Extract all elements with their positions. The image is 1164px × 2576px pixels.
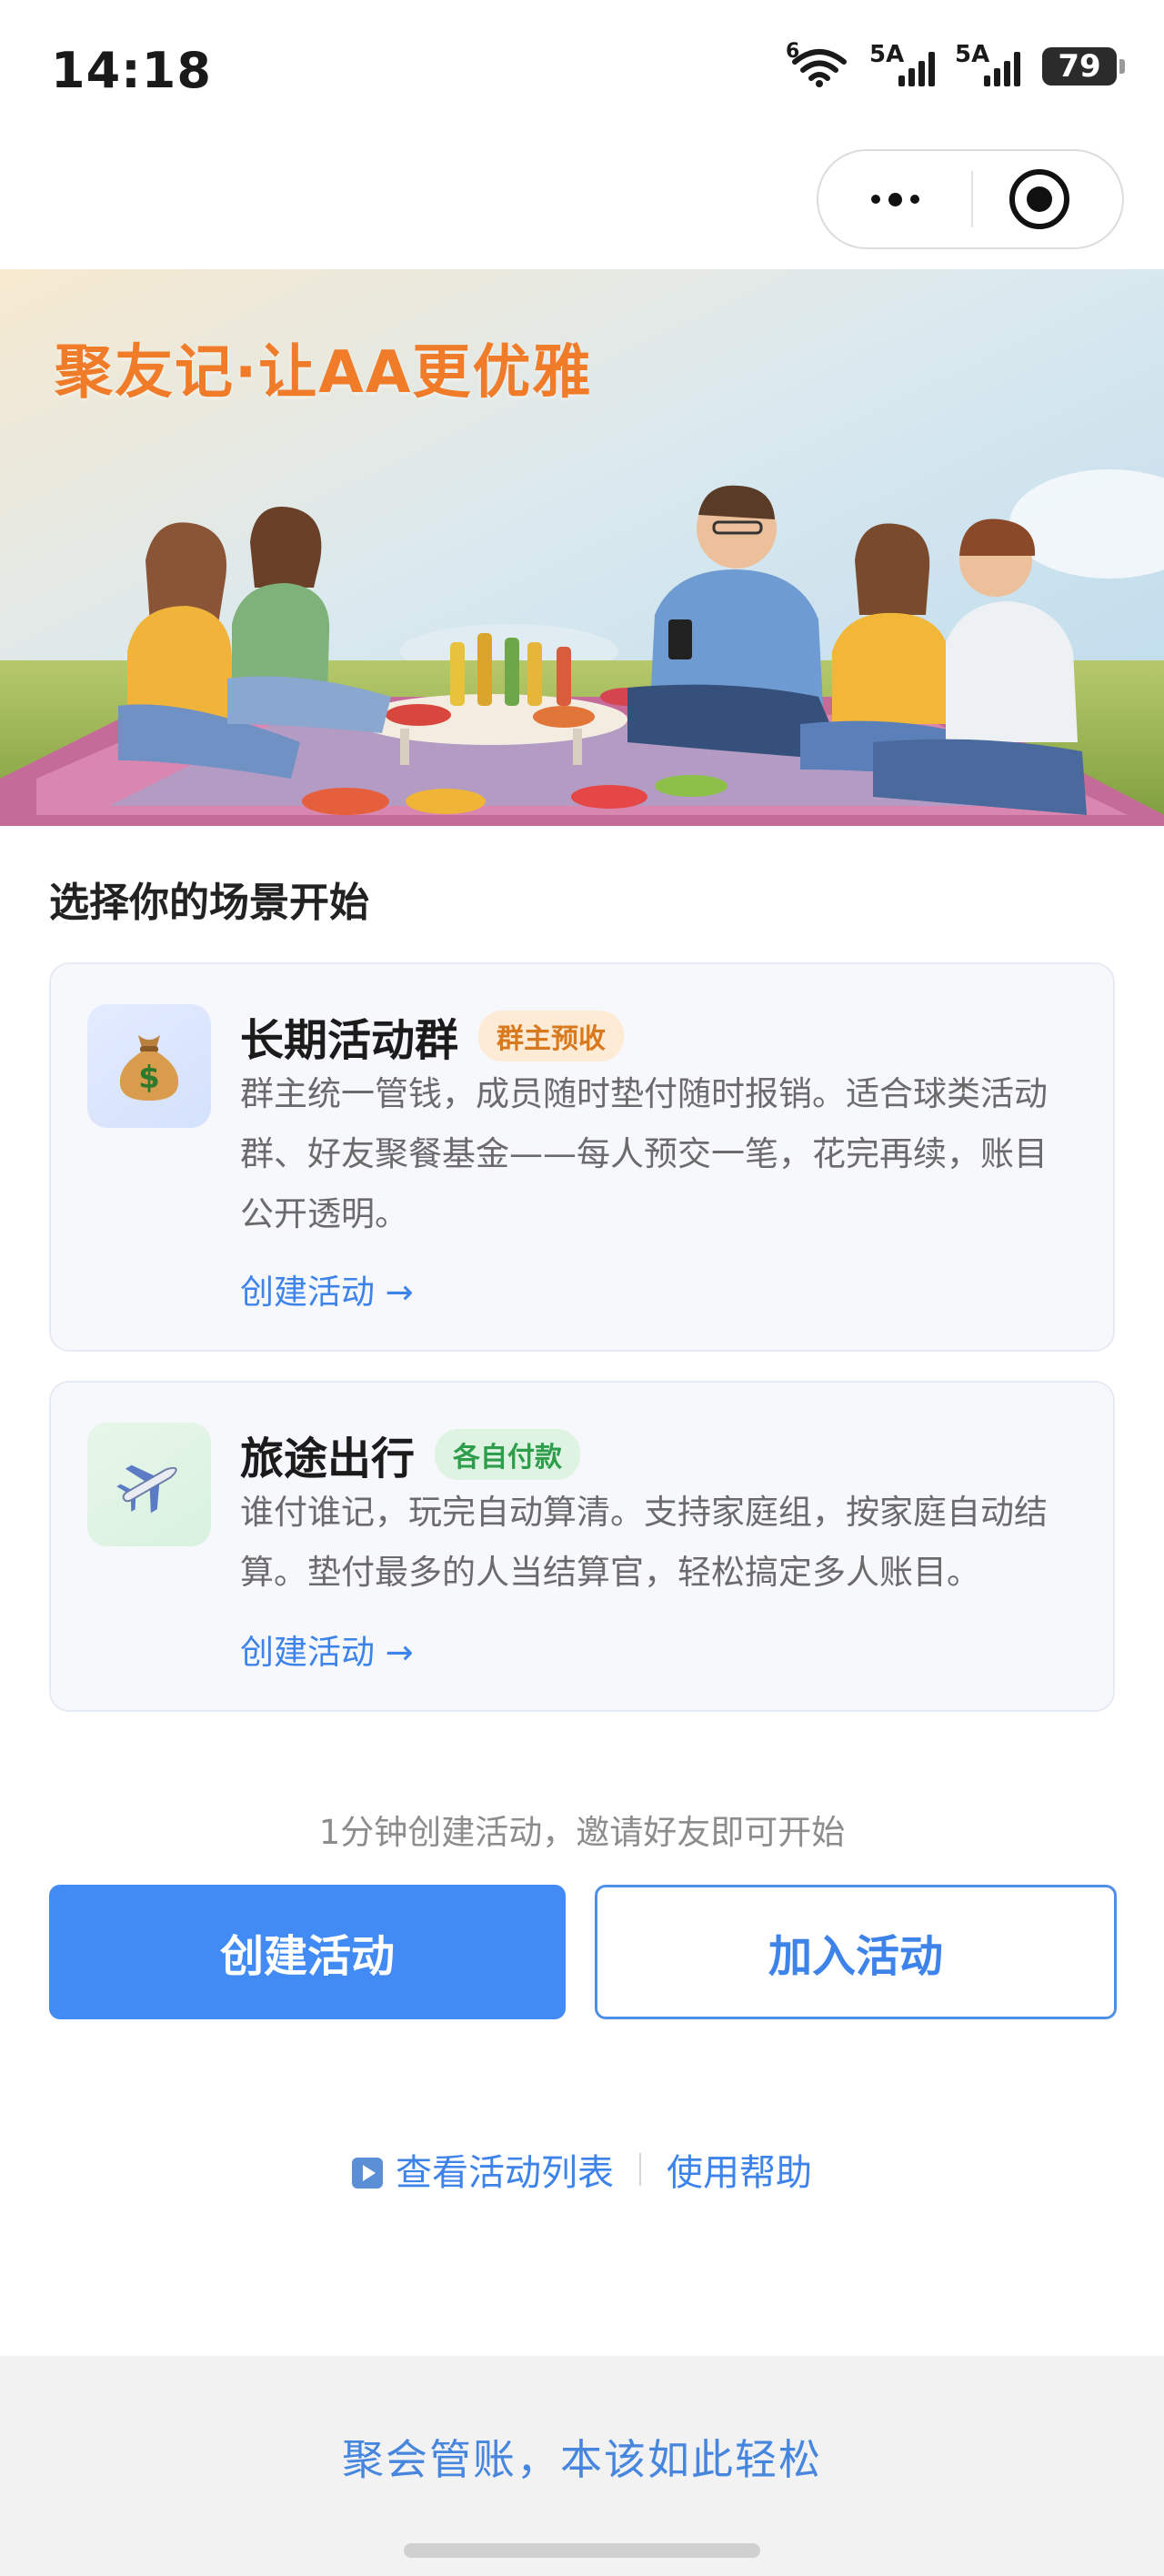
create-activity-button[interactable]: 创建活动: [49, 1885, 566, 2019]
help-link[interactable]: 使用帮助: [667, 2143, 812, 2196]
money-bag-icon: $: [87, 1004, 211, 1128]
link-separator: [639, 2153, 641, 2186]
hint-text: 1分钟创建活动，邀请好友即可开始: [318, 1813, 846, 1852]
battery-icon: 79: [1042, 47, 1125, 86]
scenario-card-long-term[interactable]: $ 长期活动群 群主预收 群主统一管钱，成员随时垫付随时报销。适合球类活动群、好…: [49, 962, 1115, 1352]
signal-2-label: 5A: [955, 41, 990, 68]
signal-icon-1: 5A: [869, 41, 935, 86]
home-indicator[interactable]: [404, 2543, 760, 2558]
signal-icon-2: 5A: [955, 41, 1020, 86]
hero-banner: 聚友记·让AA更优雅: [0, 269, 1164, 826]
status-time: 14:18: [51, 42, 212, 99]
capsule-divider: [971, 171, 973, 227]
create-activity-link[interactable]: 创建活动 →: [240, 1625, 414, 1674]
section-title: 选择你的场景开始: [49, 880, 369, 926]
play-icon: [352, 2158, 383, 2189]
more-dots-icon[interactable]: [818, 151, 971, 247]
hero-title: 聚友记·让AA更优雅: [55, 339, 593, 407]
card-title: 旅途出行: [240, 1434, 416, 1484]
card-description: 谁付谁记，玩完自动算清。支持家庭组，按家庭自动结算。垫付最多的人当结算官，轻松搞…: [240, 1493, 1048, 1592]
join-activity-button[interactable]: 加入活动: [595, 1885, 1117, 2019]
card-title: 长期活动群: [240, 1015, 459, 1066]
wifi-badge: 6: [786, 40, 800, 63]
mode-badge: 群主预收: [478, 1011, 625, 1062]
miniprogram-capsule: [817, 149, 1124, 249]
footer-slogan: 聚会管账，本该如此轻松: [342, 2435, 822, 2484]
mode-badge: 各自付款: [435, 1429, 581, 1480]
card-description: 群主统一管钱，成员随时垫付随时报销。适合球类活动群、好友聚餐基金——每人预交一笔…: [240, 1074, 1048, 1233]
signal-1-label: 5A: [869, 41, 905, 68]
airplane-icon: [87, 1423, 211, 1546]
create-activity-link[interactable]: 创建活动 →: [240, 1264, 414, 1313]
bottom-links: 查看活动列表 使用帮助: [0, 2143, 1164, 2196]
target-close-icon[interactable]: [1009, 169, 1069, 229]
activity-list-link[interactable]: 查看活动列表: [396, 2143, 614, 2196]
footer: 聚会管账，本该如此轻松: [0, 2356, 1164, 2576]
battery-level: 79: [1058, 48, 1101, 85]
card-head: 旅途出行 各自付款: [240, 1423, 581, 1486]
status-icons: 6 5A 5A 79: [786, 40, 1125, 87]
scenario-card-travel[interactable]: 旅途出行 各自付款 谁付谁记，玩完自动算清。支持家庭组，按家庭自动结算。垫付最多…: [49, 1381, 1115, 1712]
svg-text:$: $: [138, 1060, 160, 1096]
wifi-icon: 6: [786, 40, 849, 87]
card-head: 长期活动群 群主预收: [240, 1004, 625, 1068]
status-bar: 14:18 6 5A 5A 79: [0, 0, 1164, 146]
